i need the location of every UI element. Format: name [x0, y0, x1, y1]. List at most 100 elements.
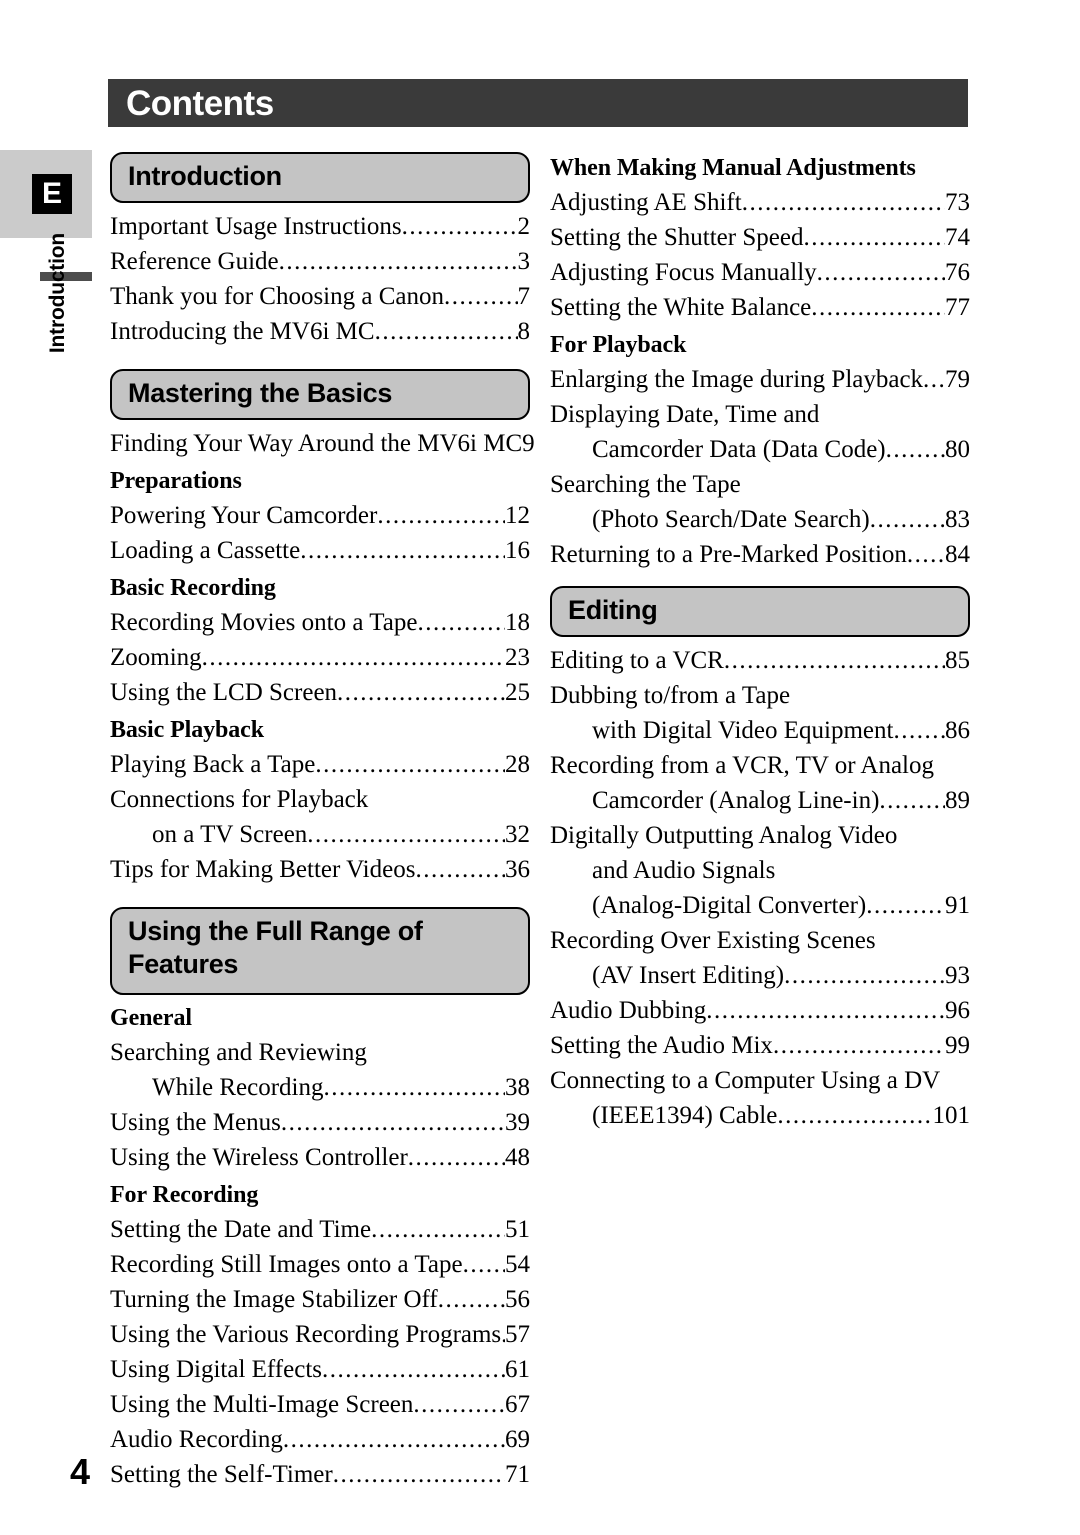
toc-entry[interactable]: (AV Insert Editing) 93 [550, 958, 970, 993]
toc-entry[interactable]: Recording from a VCR, TV or Analog [550, 748, 970, 783]
toc-entry[interactable]: Recording Over Existing Scenes [550, 923, 970, 958]
page-title: Contents [126, 84, 274, 123]
toc-leader-dots [322, 1352, 505, 1387]
toc-entry[interactable]: on a TV Screen 32 [110, 817, 530, 852]
toc-entry-page-number: 39 [505, 1109, 530, 1136]
toc-entry-title: Reference Guide [110, 248, 279, 275]
toc-entry[interactable]: Audio Dubbing 96 [550, 993, 970, 1028]
toc-entry-page-number: 25 [505, 679, 530, 706]
toc-subheading: Preparations [110, 468, 242, 494]
toc-entry[interactable]: Connecting to a Computer Using a DV [550, 1063, 970, 1098]
toc-leader-dots [415, 852, 505, 887]
toc-entry[interactable]: Setting the Self-Timer 71 [110, 1457, 530, 1492]
toc-leader-dots [803, 220, 945, 255]
toc-entry-page-number: 101 [932, 1102, 971, 1129]
toc-entry-page-number: 18 [505, 609, 530, 636]
toc-entry[interactable]: Powering Your Camcorder 12 [110, 498, 530, 533]
toc-entry[interactable]: Enlarging the Image during Playback 79 [550, 362, 970, 397]
toc-entry[interactable]: Camcorder (Analog Line-in) 89 [550, 783, 970, 818]
toc-entry[interactable]: Using the LCD Screen 25 [110, 675, 530, 710]
toc-entry[interactable]: Using the Menus 39 [110, 1105, 530, 1140]
toc-entry[interactable]: (IEEE1394) Cable 101 [550, 1098, 970, 1133]
toc-entry[interactable]: Dubbing to/from a Tape [550, 678, 970, 713]
toc-entry-page-number: 51 [505, 1216, 530, 1243]
toc-leader-dots [870, 502, 945, 537]
page-title-bar: Contents [108, 79, 968, 127]
toc-leader-dots [893, 713, 945, 748]
toc-entry-title: Using Digital Effects [110, 1356, 322, 1383]
toc-entry[interactable]: Using the Wireless Controller 48 [110, 1140, 530, 1175]
toc-entry-page-number: 12 [505, 502, 530, 529]
toc-entry[interactable]: Displaying Date, Time and [550, 397, 970, 432]
toc-entry-title: Searching the Tape [550, 471, 741, 498]
toc-entry-title: (Analog-Digital Converter) [592, 892, 867, 919]
toc-entry-page-number: 71 [505, 1461, 530, 1488]
toc-entry[interactable]: Connections for Playback [110, 782, 530, 817]
toc-entry-title: Adjusting Focus Manually [550, 259, 817, 286]
toc-entry[interactable]: Playing Back a Tape 28 [110, 747, 530, 782]
toc-entry[interactable]: Returning to a Pre-Marked Position 84 [550, 537, 970, 572]
toc-entry[interactable]: Recording Still Images onto a Tape 54 [110, 1247, 530, 1282]
toc-entry[interactable]: Setting the Date and Time 51 [110, 1212, 530, 1247]
toc-entry-page-number: 56 [505, 1286, 530, 1313]
toc-entry[interactable]: While Recording 38 [110, 1070, 530, 1105]
toc-entry-title: and Audio Signals [592, 857, 776, 884]
edge-tab-vertical-label: Introduction [46, 233, 69, 354]
toc-entry-title: (AV Insert Editing) [592, 962, 785, 989]
toc-leader-dots [463, 1247, 505, 1282]
toc-entry[interactable]: Searching the Tape [550, 467, 970, 502]
toc-entry[interactable]: Camcorder Data (Data Code) 80 [550, 432, 970, 467]
toc-leader-dots [202, 640, 505, 675]
toc-entry[interactable]: Using the Multi-Image Screen 67 [110, 1387, 530, 1422]
toc-entry[interactable]: Audio Recording 69 [110, 1422, 530, 1457]
toc-entry[interactable]: Setting the White Balance 77 [550, 290, 970, 325]
toc-entry[interactable]: Loading a Cassette 16 [110, 533, 530, 568]
toc-entry[interactable]: Turning the Image Stabilizer Off 56 [110, 1282, 530, 1317]
toc-entry[interactable]: Thank you for Choosing a Canon 7 [110, 279, 530, 314]
toc-entry-title: Recording from a VCR, TV or Analog [550, 752, 934, 779]
toc-leader-dots [315, 747, 505, 782]
toc-entry[interactable]: Zooming 23 [110, 640, 530, 675]
toc-entry[interactable]: Adjusting AE Shift 73 [550, 185, 970, 220]
toc-entry-title: Recording Movies onto a Tape [110, 609, 418, 636]
toc-entry-page-number: 80 [945, 436, 970, 463]
toc-entry-page-number: 67 [505, 1391, 530, 1418]
toc-leader-dots [279, 244, 518, 279]
toc-entry[interactable]: Digitally Outputting Analog Video [550, 818, 970, 853]
toc-entry[interactable]: with Digital Video Equipment 86 [550, 713, 970, 748]
toc-section-header-line: Features [128, 949, 239, 979]
toc-subheading: For Recording [110, 1182, 259, 1208]
toc-entry-page-number: 76 [945, 259, 970, 286]
toc-entry[interactable]: Reference Guide 3 [110, 244, 530, 279]
toc-entry[interactable]: Tips for Making Better Videos 36 [110, 852, 530, 887]
toc-subheading: For Playback [550, 332, 687, 358]
toc-entry[interactable]: Introducing the MV6i MC 8 [110, 314, 530, 349]
toc-entry-page-number: 36 [505, 856, 530, 883]
toc-entry[interactable]: Using the Various Recording Programs57 [110, 1317, 530, 1352]
toc-entry[interactable]: (Photo Search/Date Search) 83 [550, 502, 970, 537]
toc-leader-dots [402, 209, 518, 244]
toc-entry-title: Powering Your Camcorder [110, 502, 378, 529]
toc-entry[interactable]: Editing to a VCR 85 [550, 643, 970, 678]
toc-entry-title: Connecting to a Computer Using a DV [550, 1067, 941, 1094]
toc-entry[interactable]: Setting the Audio Mix 99 [550, 1028, 970, 1063]
toc-entry[interactable]: (Analog-Digital Converter) 91 [550, 888, 970, 923]
toc-entry[interactable]: Important Usage Instructions 2 [110, 209, 530, 244]
toc-leader-dots [371, 1212, 505, 1247]
toc-entry[interactable]: Finding Your Way Around the MV6i MC 9 [110, 426, 535, 461]
toc-leader-dots [742, 185, 945, 220]
toc-entry[interactable]: and Audio Signals [550, 853, 970, 888]
toc-entry-title: Using the Various Recording Programs [110, 1321, 502, 1348]
toc-entry[interactable]: Adjusting Focus Manually 76 [550, 255, 970, 290]
toc-entry-title: Using the LCD Screen [110, 679, 338, 706]
toc-right-column: When Making Manual Adjustments Adjusting … [550, 148, 970, 1133]
toc-leader-dots [333, 1457, 505, 1492]
toc-entry[interactable]: Using Digital Effects 61 [110, 1352, 530, 1387]
toc-entry-page-number: 74 [945, 224, 970, 251]
toc-entry[interactable]: Searching and Reviewing [110, 1035, 530, 1070]
toc-entry-page-number: 96 [945, 997, 970, 1024]
toc-entry[interactable]: Recording Movies onto a Tape 18 [110, 605, 530, 640]
toc-entry[interactable]: Setting the Shutter Speed 74 [550, 220, 970, 255]
toc-entry-page-number: 23 [505, 644, 530, 671]
toc-entry-title: Important Usage Instructions [110, 213, 402, 240]
